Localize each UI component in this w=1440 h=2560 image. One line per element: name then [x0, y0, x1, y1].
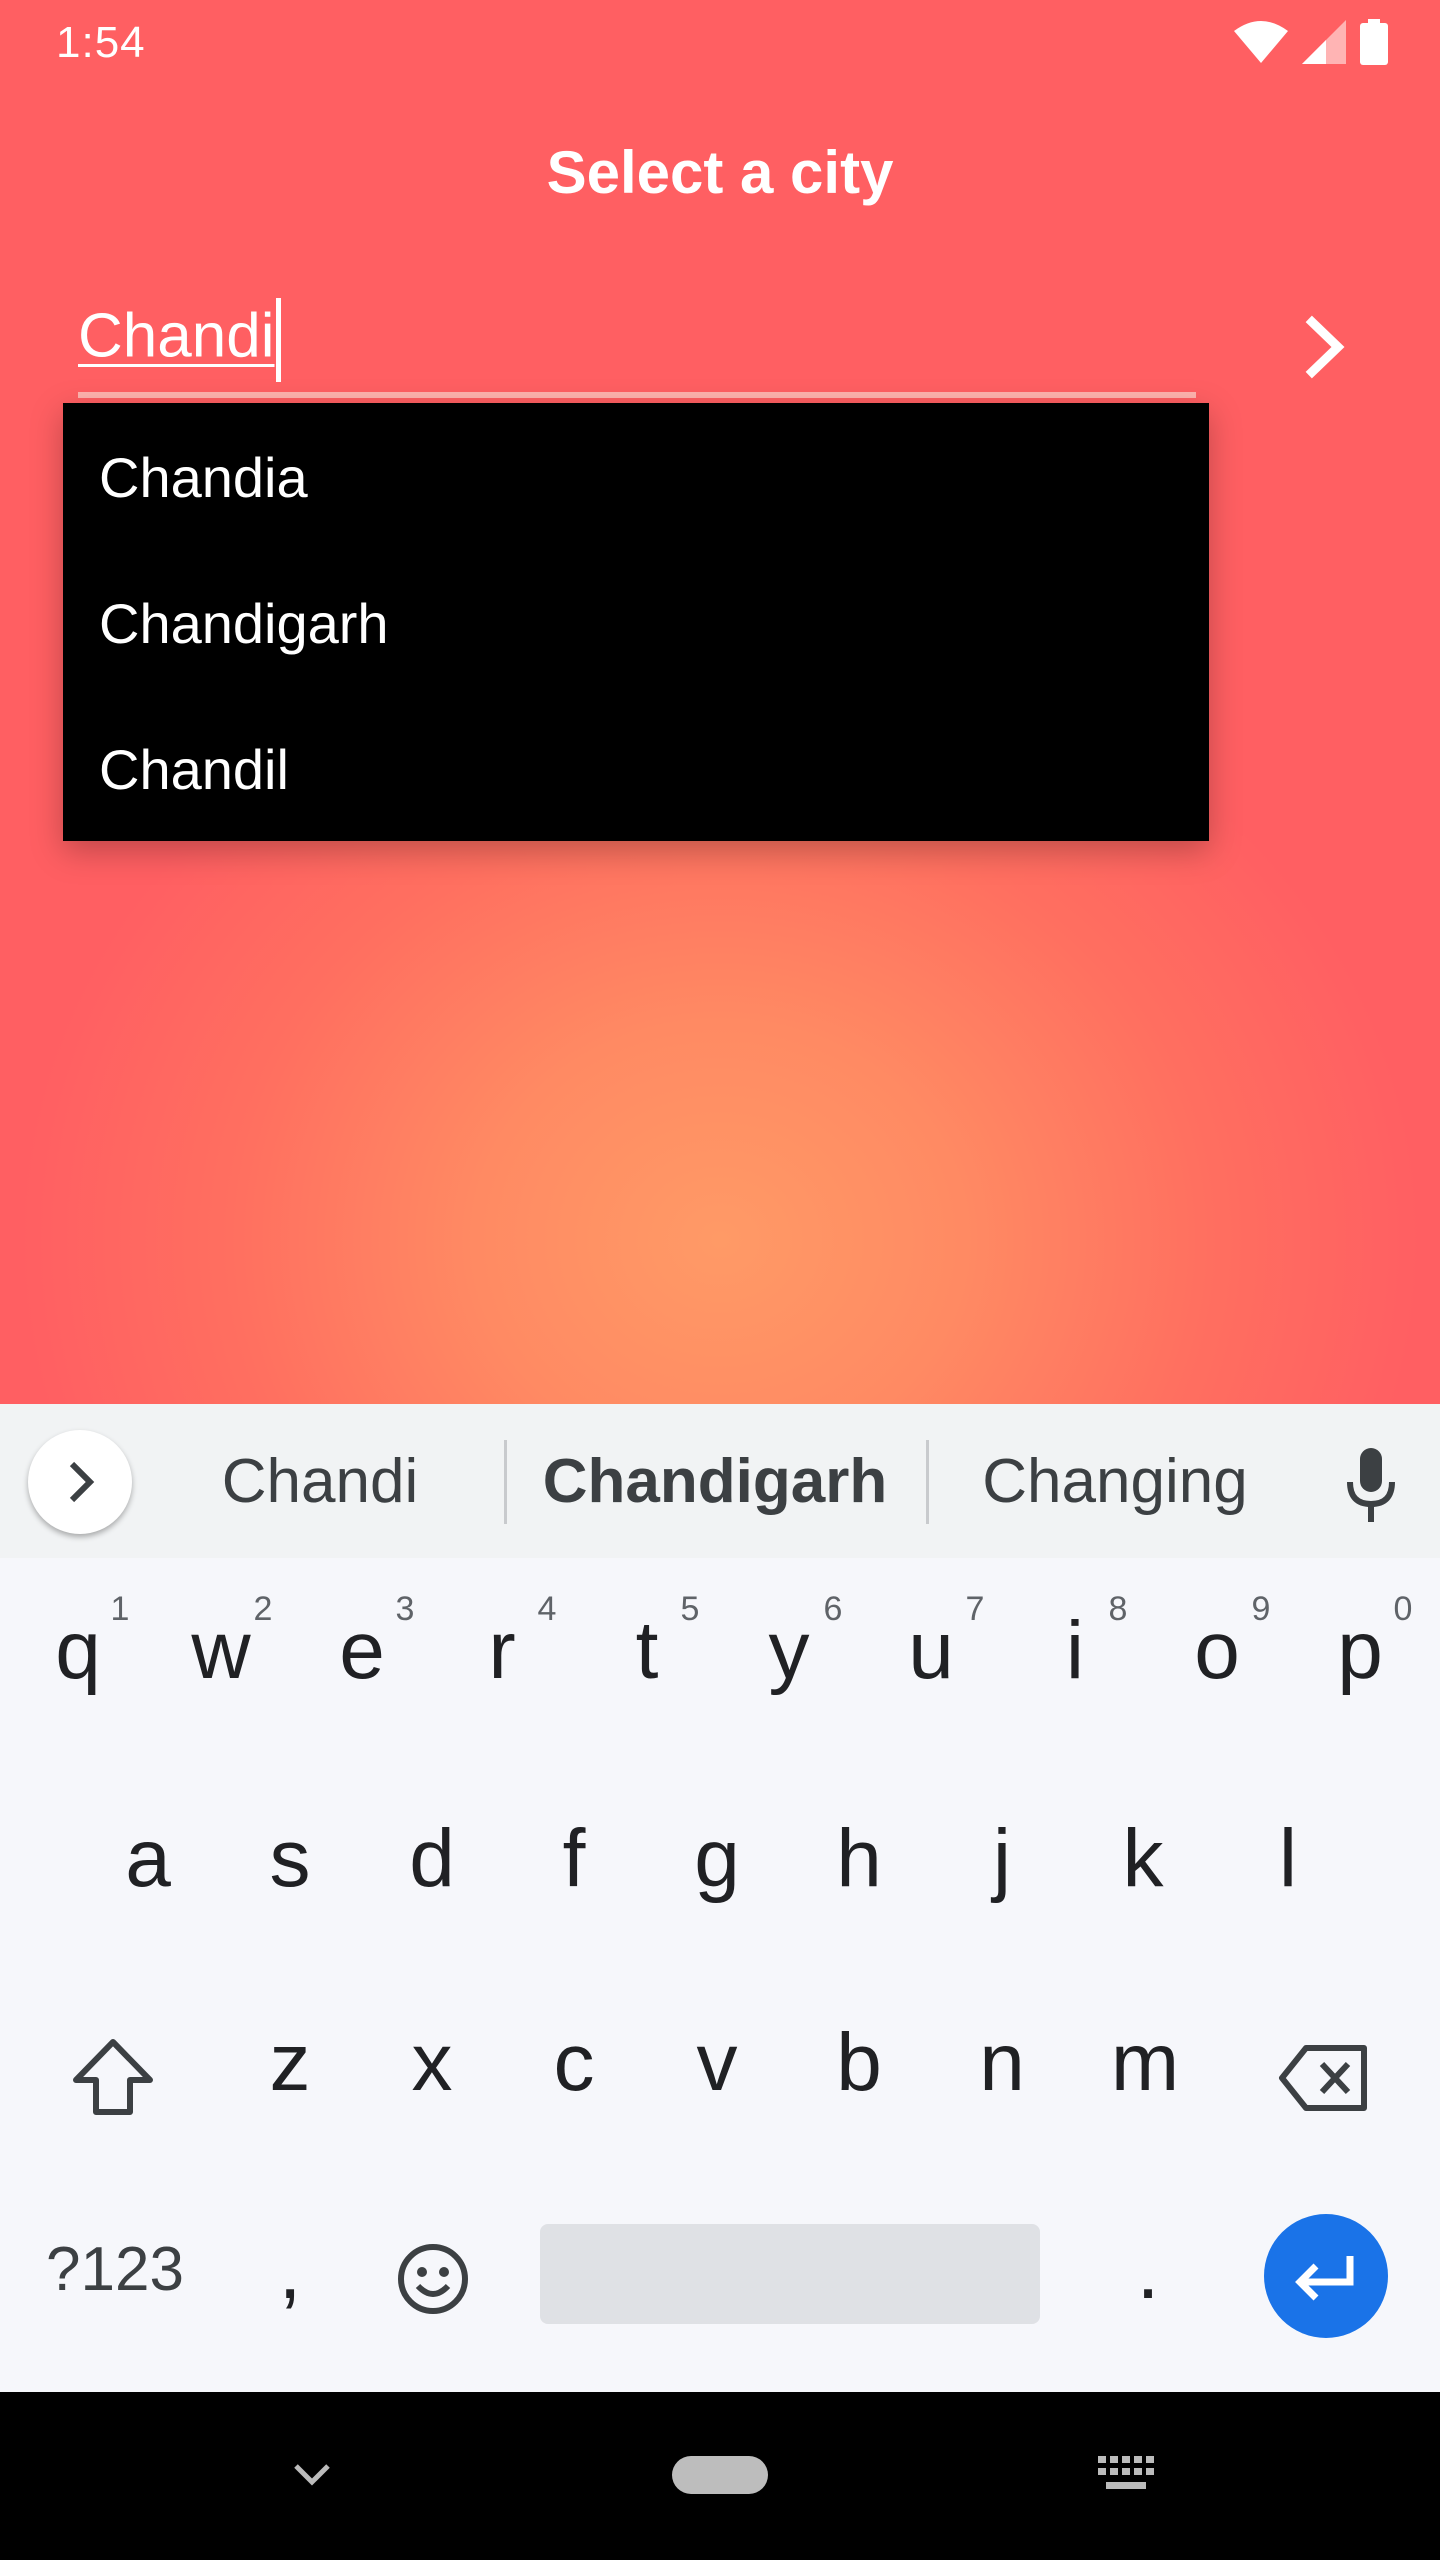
key-d[interactable]: d [372, 1812, 492, 1906]
key-h[interactable]: h [799, 1812, 919, 1906]
key-m[interactable]: m [1085, 2016, 1205, 2110]
enter-icon [1295, 2256, 1354, 2301]
suggestion-divider [926, 1440, 929, 1524]
key-k[interactable]: k [1083, 1812, 1203, 1906]
keyboard-menu-button[interactable] [28, 1430, 132, 1534]
key-hint: 7 [965, 1590, 985, 1628]
key-a[interactable]: a [88, 1812, 208, 1906]
city-select-screen: 1:54 Select a city Chandi Chandia Chandi… [0, 0, 1440, 1404]
key-c[interactable]: c [514, 2016, 634, 2110]
key-comma[interactable]: , [230, 2224, 350, 2318]
key-f[interactable]: f [514, 1812, 634, 1906]
city-search-value: Chandi [78, 301, 275, 371]
suggestion-right[interactable]: Changing [950, 1446, 1280, 1517]
chevron-right-icon [69, 1461, 95, 1503]
key-hint: 2 [253, 1590, 273, 1628]
key-hint: 9 [1251, 1590, 1271, 1628]
page-title: Select a city [546, 139, 894, 206]
battery-icon [1360, 19, 1388, 65]
suggestion-left[interactable]: Chandi [160, 1446, 480, 1517]
backspace-icon[interactable] [1278, 2044, 1370, 2112]
status-time: 1:54 [56, 18, 146, 67]
autocomplete-item[interactable]: Chandia [99, 445, 308, 510]
text-cursor [276, 298, 282, 382]
suggestion-strip: Chandi Chandigarh Changing [0, 1404, 1440, 1558]
emoji-icon[interactable] [396, 2242, 470, 2316]
key-hint: 3 [395, 1590, 415, 1628]
key-v[interactable]: v [657, 2016, 777, 2110]
autocomplete-item[interactable]: Chandil [99, 737, 289, 802]
key-z[interactable]: z [230, 2016, 350, 2110]
key-hint: 5 [680, 1590, 700, 1628]
keyboard-switch-icon[interactable] [1098, 2456, 1156, 2496]
key-period[interactable]: . [1088, 2224, 1208, 2318]
hide-keyboard-icon[interactable] [292, 2462, 332, 2488]
key-hint: 1 [110, 1590, 130, 1628]
key-l[interactable]: l [1228, 1812, 1348, 1906]
suggestion-center[interactable]: Chandigarh [530, 1446, 900, 1517]
autocomplete-item[interactable]: Chandigarh [99, 591, 389, 656]
city-search-input[interactable]: Chandi [78, 298, 1196, 394]
key-j[interactable]: j [942, 1812, 1062, 1906]
symbols-key[interactable]: ?123 [30, 2234, 200, 2305]
soft-keyboard: Chandi Chandigarh Changing q w e r t y u… [0, 1404, 1440, 2392]
suggestion-divider [504, 1440, 507, 1524]
input-underline [78, 392, 1196, 398]
chevron-right-icon[interactable] [1296, 312, 1356, 382]
key-g[interactable]: g [657, 1812, 777, 1906]
home-pill[interactable] [672, 2456, 768, 2494]
autocomplete-dropdown: Chandia Chandigarh Chandil [63, 403, 1209, 841]
wifi-icon [1234, 21, 1288, 63]
microphone-icon[interactable] [1346, 1448, 1396, 1524]
navigation-bar [0, 2392, 1440, 2560]
key-b[interactable]: b [799, 2016, 919, 2110]
key-hint: 4 [537, 1590, 557, 1628]
shift-icon[interactable] [70, 2036, 156, 2118]
status-icons [1234, 19, 1388, 65]
space-bar[interactable] [540, 2224, 1040, 2324]
key-hint: 8 [1108, 1590, 1128, 1628]
key-n[interactable]: n [942, 2016, 1062, 2110]
signal-icon [1302, 20, 1346, 64]
enter-button[interactable] [1264, 2214, 1388, 2338]
key-hint: 0 [1393, 1590, 1413, 1628]
key-hint: 6 [823, 1590, 843, 1628]
key-s[interactable]: s [230, 1812, 350, 1906]
key-x[interactable]: x [372, 2016, 492, 2110]
